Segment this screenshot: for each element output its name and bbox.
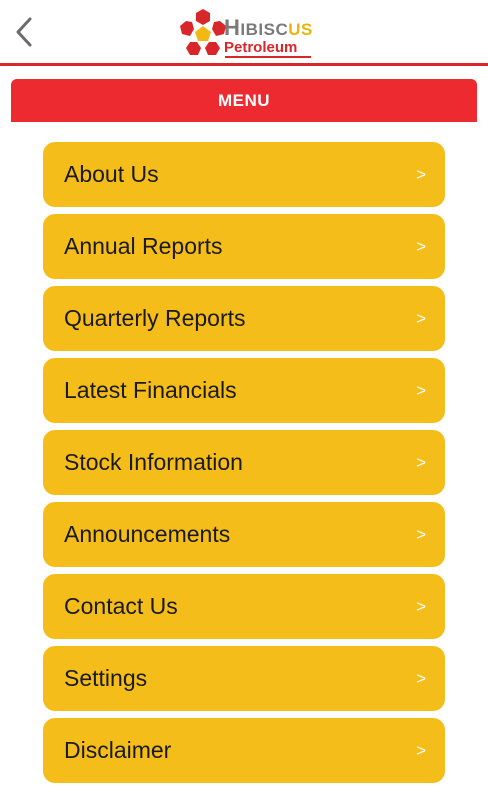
menu-item-label: About Us xyxy=(64,161,159,187)
menu-item-settings[interactable]: Settings > xyxy=(43,646,445,711)
hibiscus-flower-icon xyxy=(180,9,226,55)
logo-subtitle: Petroleum xyxy=(224,39,298,56)
chevron-right-icon: > xyxy=(416,524,426,544)
menu-item-label: Contact Us xyxy=(64,593,178,619)
menu-item-label: Annual Reports xyxy=(64,233,223,259)
hibiscus-petroleum-logo: HIBISCUS Petroleum xyxy=(178,8,318,58)
menu-item-quarterly-reports[interactable]: Quarterly Reports > xyxy=(43,286,445,351)
chevron-right-icon: > xyxy=(416,596,426,616)
header-divider xyxy=(0,63,488,66)
chevron-right-icon: > xyxy=(416,668,426,688)
menu-item-label: Disclaimer xyxy=(64,737,172,763)
menu-item-contact-us[interactable]: Contact Us > xyxy=(43,574,445,639)
chevron-right-icon: > xyxy=(416,164,426,184)
menu-item-annual-reports[interactable]: Annual Reports > xyxy=(43,214,445,279)
menu-item-stock-information[interactable]: Stock Information > xyxy=(43,430,445,495)
menu-item-label: Settings xyxy=(64,665,148,691)
menu-item-label: Stock Information xyxy=(64,449,243,475)
chevron-right-icon: > xyxy=(416,236,426,256)
menu-item-label: Quarterly Reports xyxy=(64,305,246,331)
chevron-right-icon: > xyxy=(416,380,426,400)
app-header: HIBISCUS Petroleum xyxy=(0,0,488,66)
menu-title: MENU xyxy=(217,90,271,110)
menu-item-disclaimer[interactable]: Disclaimer > xyxy=(43,718,445,783)
menu-item-latest-financials[interactable]: Latest Financials > xyxy=(43,358,445,423)
chevron-right-icon: > xyxy=(416,740,426,760)
back-button[interactable] xyxy=(6,12,42,52)
menu-list: About Us > Annual Reports > Quarterly Re… xyxy=(43,142,445,790)
logo-underline xyxy=(225,56,311,58)
chevron-left-icon xyxy=(16,17,32,47)
menu-item-announcements[interactable]: Announcements > xyxy=(43,502,445,567)
logo-wordmark: HIBISCUS xyxy=(224,15,313,40)
menu-item-label: Latest Financials xyxy=(64,377,237,403)
chevron-right-icon: > xyxy=(416,308,426,328)
chevron-right-icon: > xyxy=(416,452,426,472)
menu-item-about-us[interactable]: About Us > xyxy=(43,142,445,207)
menu-item-label: Announcements xyxy=(64,521,231,547)
menu-title-bar: MENU xyxy=(11,79,477,122)
